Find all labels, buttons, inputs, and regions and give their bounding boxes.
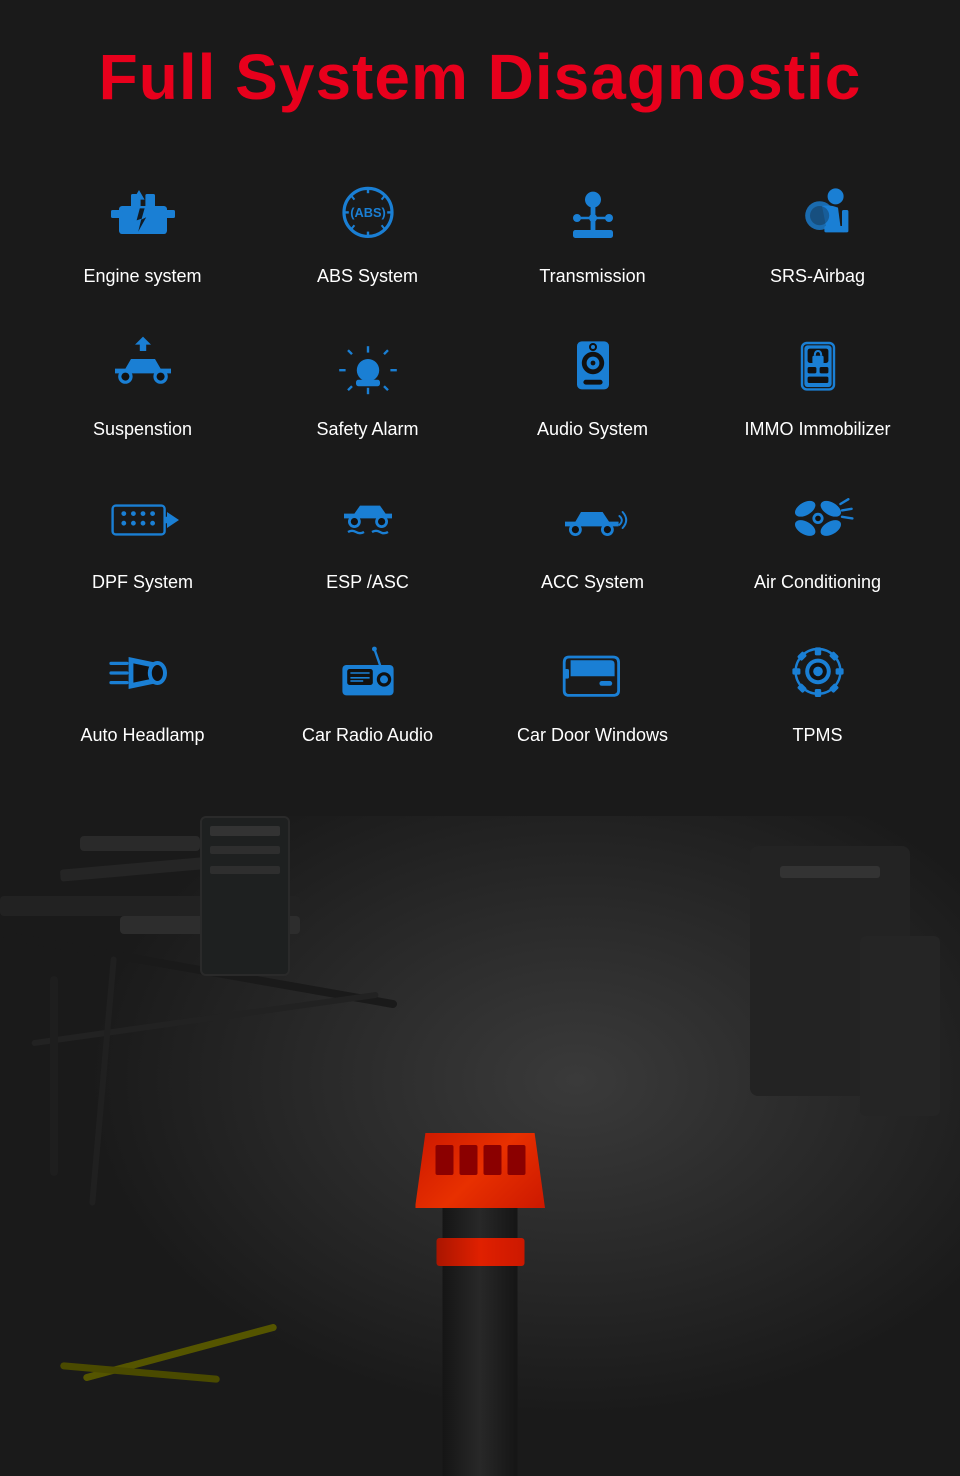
car-door-windows-label: Car Door Windows bbox=[517, 725, 668, 746]
air-conditioning-icon bbox=[773, 480, 863, 560]
auto-headlamp-label: Auto Headlamp bbox=[80, 725, 204, 746]
item-acc-system: ACC System bbox=[480, 460, 705, 613]
item-abs-system: (ABS) ABS System bbox=[255, 154, 480, 307]
suspension-icon bbox=[98, 327, 188, 407]
svg-text:(ABS): (ABS) bbox=[350, 205, 386, 220]
top-section: Full System Disagnostic Engine system bbox=[0, 0, 960, 816]
item-audio-system: Audio System bbox=[480, 307, 705, 460]
immo-immobilizer-label: IMMO Immobilizer bbox=[744, 419, 890, 440]
transmission-icon bbox=[548, 174, 638, 254]
car-radio-audio-label: Car Radio Audio bbox=[302, 725, 433, 746]
air-conditioning-label: Air Conditioning bbox=[754, 572, 881, 593]
item-air-conditioning: Air Conditioning bbox=[705, 460, 930, 613]
features-grid: Engine system (ABS) bbox=[30, 154, 930, 766]
transmission-label: Transmission bbox=[539, 266, 645, 287]
dpf-system-icon bbox=[98, 480, 188, 560]
page-title: Full System Disagnostic bbox=[30, 40, 930, 114]
acc-system-label: ACC System bbox=[541, 572, 644, 593]
auto-headlamp-icon bbox=[98, 633, 188, 713]
item-dpf-system: DPF System bbox=[30, 460, 255, 613]
car-radio-audio-icon bbox=[323, 633, 413, 713]
item-esp-asc: ESP /ASC bbox=[255, 460, 480, 613]
item-car-radio-audio: Car Radio Audio bbox=[255, 613, 480, 766]
car-door-windows-icon bbox=[548, 633, 638, 713]
engine-system-label: Engine system bbox=[83, 266, 201, 287]
safety-alarm-icon bbox=[323, 327, 413, 407]
suspension-label: Suspenstion bbox=[93, 419, 192, 440]
item-car-door-windows: Car Door Windows bbox=[480, 613, 705, 766]
item-srs-airbag: SRS-Airbag bbox=[705, 154, 930, 307]
esp-asc-icon bbox=[323, 480, 413, 560]
item-engine-system: Engine system bbox=[30, 154, 255, 307]
engine-background bbox=[0, 816, 960, 1476]
audio-system-icon bbox=[548, 327, 638, 407]
item-auto-headlamp: Auto Headlamp bbox=[30, 613, 255, 766]
acc-system-icon bbox=[548, 480, 638, 560]
item-immo-immobilizer: IMMO Immobilizer bbox=[705, 307, 930, 460]
abs-system-label: ABS System bbox=[317, 266, 418, 287]
esp-asc-label: ESP /ASC bbox=[326, 572, 409, 593]
safety-alarm-label: Safety Alarm bbox=[316, 419, 418, 440]
tpms-label: TPMS bbox=[792, 725, 842, 746]
audio-system-label: Audio System bbox=[537, 419, 648, 440]
srs-airbag-label: SRS-Airbag bbox=[770, 266, 865, 287]
item-suspension: Suspenstion bbox=[30, 307, 255, 460]
item-safety-alarm: Safety Alarm bbox=[255, 307, 480, 460]
tpms-icon bbox=[773, 633, 863, 713]
bottom-photo bbox=[0, 816, 960, 1476]
dpf-system-label: DPF System bbox=[92, 572, 193, 593]
item-transmission: Transmission bbox=[480, 154, 705, 307]
item-tpms: TPMS bbox=[705, 613, 930, 766]
engine-system-icon bbox=[98, 174, 188, 254]
immo-immobilizer-icon bbox=[773, 327, 863, 407]
srs-airbag-icon bbox=[773, 174, 863, 254]
abs-system-icon: (ABS) bbox=[323, 174, 413, 254]
